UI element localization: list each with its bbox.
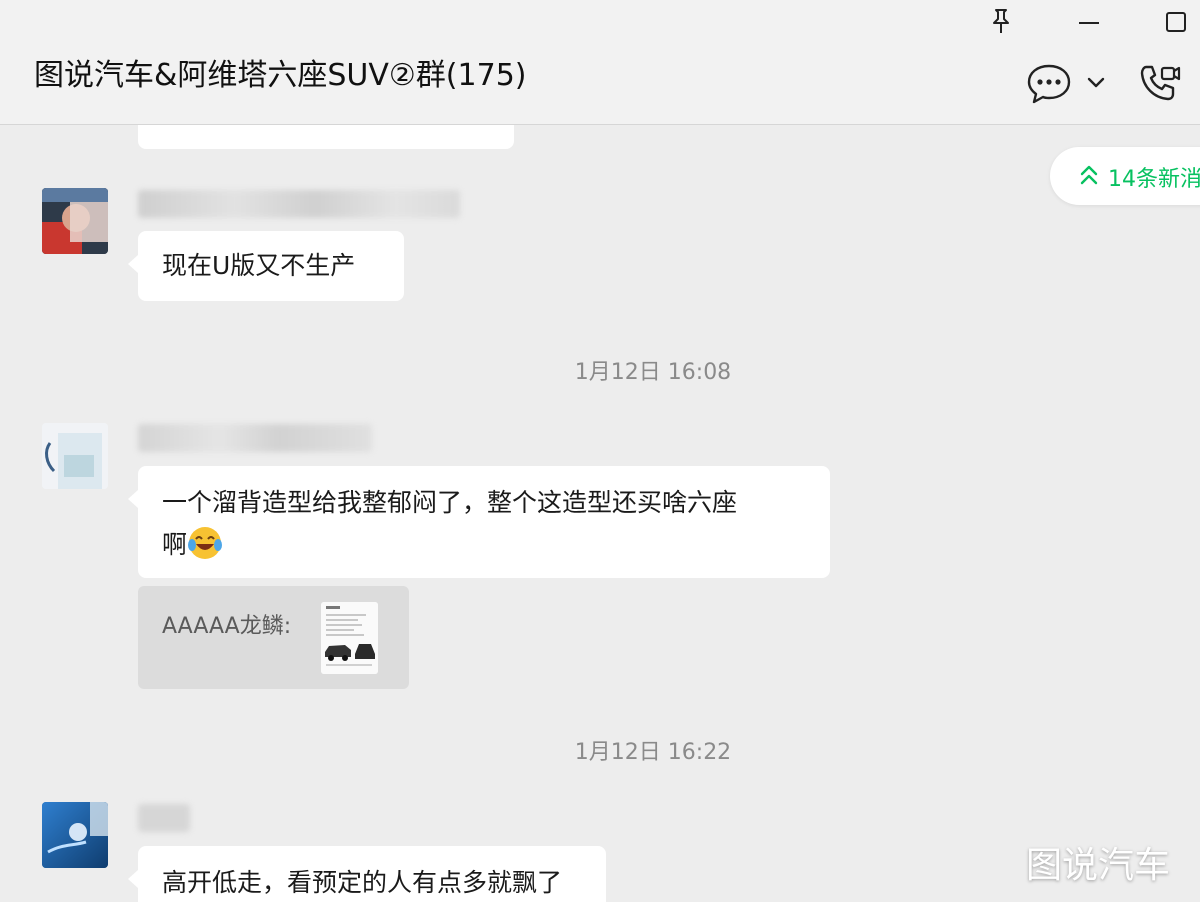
message-timestamp: 1月12日 16:08 <box>574 360 732 385</box>
message-bubble[interactable]: 现在U版又不生产 <box>128 231 404 301</box>
message-text: 现在U版又不生产 <box>162 251 356 280</box>
quote-sender-name: AAAAA龙鳞: <box>162 614 292 639</box>
pin-icon[interactable] <box>986 6 1016 36</box>
new-messages-button[interactable]: 14条新消息 <box>1050 147 1200 205</box>
chevron-down-icon[interactable] <box>1084 62 1108 106</box>
phone-video-icon[interactable] <box>1136 62 1182 106</box>
double-chevron-up-icon <box>1080 165 1098 185</box>
chat-bubble-icon[interactable] <box>1026 62 1072 106</box>
sender-name <box>138 424 372 452</box>
message-list[interactable]: 14条新消息 现在U版又不生产 1月12日 16:08 <box>0 125 1200 902</box>
message-text-line2: 啊 <box>162 530 188 559</box>
sender-name <box>138 190 460 218</box>
message-text: 一个溜背造型给我整郁闷了，整个这造型还买啥六座 <box>162 488 738 517</box>
maximize-icon[interactable] <box>1160 6 1190 36</box>
message-timestamp: 1月12日 16:22 <box>574 740 732 765</box>
chat-title: 图说汽车&阿维塔六座SUV②群(175) <box>34 58 527 93</box>
previous-message-bubble[interactable] <box>138 125 514 149</box>
minimize-icon[interactable] <box>1074 6 1104 36</box>
chat-window: 图说汽车&阿维塔六座SUV②群(175) 14条新消 现在U版又不生产 1月12… <box>0 0 1200 902</box>
message-text: 高开低走，看预定的人有点多就飘了 <box>162 868 563 897</box>
quoted-message-card[interactable]: AAAAA龙鳞: <box>138 586 409 689</box>
laughing-tears-emoji-icon <box>188 527 223 559</box>
avatar[interactable] <box>42 188 108 254</box>
message-bubble[interactable]: 一个溜背造型给我整郁闷了，整个这造型还买啥六座 啊 <box>128 466 830 578</box>
message-bubble[interactable]: 高开低走，看预定的人有点多就飘了 <box>128 846 606 902</box>
avatar[interactable] <box>42 802 108 868</box>
new-messages-label: 14条新消息 <box>1108 167 1200 192</box>
watermark: 图说汽车 <box>1026 845 1171 886</box>
chat-header: 图说汽车&阿维塔六座SUV②群(175) <box>0 0 1200 125</box>
avatar[interactable] <box>42 423 108 489</box>
quote-image-thumbnail[interactable] <box>321 602 378 674</box>
sender-name <box>138 804 190 832</box>
